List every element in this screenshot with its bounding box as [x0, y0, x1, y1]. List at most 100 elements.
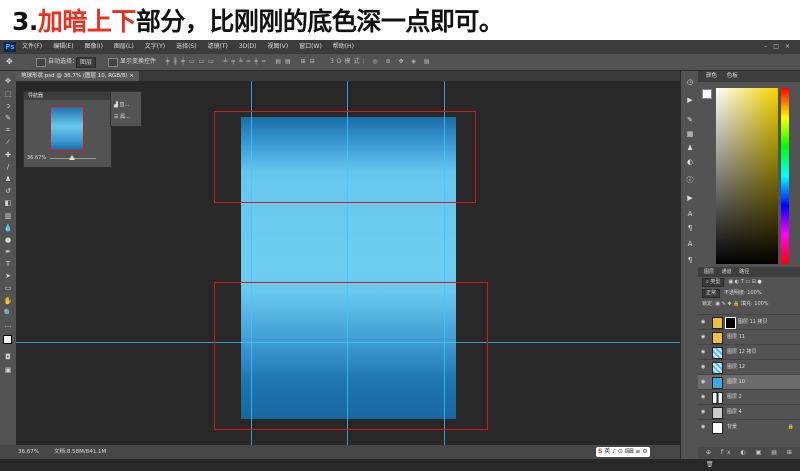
- menu-view[interactable]: 视图(V): [267, 40, 288, 54]
- eye-icon[interactable]: ◉: [701, 345, 705, 359]
- 3d-mode-icons[interactable]: 3D模式: ◎ ⊛ ✥ ◈ ▤: [330, 54, 433, 70]
- move-tool-icon[interactable]: ✥: [6, 54, 13, 70]
- close-button[interactable]: ×: [785, 43, 796, 50]
- quick-select-icon[interactable]: ✎: [3, 114, 13, 123]
- auto-select-checkbox[interactable]: [36, 58, 46, 67]
- paragraph-icon[interactable]: ¶: [685, 223, 695, 233]
- navigator-slider-knob[interactable]: [69, 155, 75, 160]
- layers-footer-icons[interactable]: ⊕ fx ◐ ▣ ▤ ⊞ 🗑: [698, 447, 800, 468]
- layer-mask-thumbnail[interactable]: [725, 317, 736, 329]
- layer-row[interactable]: ◉ 图层 11: [698, 329, 800, 344]
- type-icon[interactable]: T: [3, 260, 13, 269]
- eye-icon[interactable]: ◉: [701, 360, 705, 374]
- properties-panel-button[interactable]: ☰ 属...: [114, 113, 130, 120]
- brush-settings-icon[interactable]: ▦: [685, 129, 695, 139]
- menu-type[interactable]: 文字(Y): [145, 40, 165, 54]
- layer-row[interactable]: ◉ 图层 4: [698, 404, 800, 419]
- maximize-button[interactable]: □: [773, 43, 785, 50]
- pen-icon[interactable]: ✒: [3, 248, 13, 257]
- layer-row[interactable]: ◉ 背景 🔒: [698, 419, 800, 434]
- paths-icon[interactable]: ▶: [685, 193, 695, 203]
- timeline-icon[interactable]: A: [685, 239, 695, 249]
- path-select-icon[interactable]: ➤: [3, 272, 13, 281]
- color-picker-field[interactable]: [716, 88, 778, 264]
- ime-toolbar[interactable]: S 英 ♪ ⊙ ⌨ ≡ ⚙: [596, 447, 650, 457]
- eraser-icon[interactable]: ◧: [3, 199, 13, 208]
- tab-color[interactable]: 颜色: [706, 73, 717, 79]
- histogram-icon: ▟: [114, 102, 118, 108]
- navigator-title[interactable]: 导航器: [24, 92, 111, 100]
- tab-channels[interactable]: 通道: [722, 269, 732, 275]
- quick-mask-icon[interactable]: ◘: [3, 353, 13, 362]
- align-icons[interactable]: ╪╫╪▭▭▭ ╧╤╧═╪═ ▤▤ ⊞⊟: [166, 54, 319, 70]
- blur-icon[interactable]: 💧: [3, 224, 13, 233]
- marquee-icon[interactable]: ⬚: [3, 90, 13, 99]
- brush-presets-icon[interactable]: ✎: [685, 115, 695, 125]
- eye-icon[interactable]: ◉: [701, 405, 705, 419]
- menu-select[interactable]: 选择(S): [176, 40, 197, 54]
- fill-value[interactable]: 100%: [754, 301, 768, 307]
- eyedropper-icon[interactable]: ⁄: [3, 138, 13, 147]
- crop-icon[interactable]: ⌗: [3, 126, 13, 135]
- histogram-panel-button[interactable]: ▟ 直...: [114, 101, 129, 108]
- actions-icon[interactable]: ▶: [685, 95, 695, 105]
- more-tools-icon[interactable]: …: [3, 321, 13, 330]
- blend-mode-dropdown[interactable]: 正常: [702, 289, 721, 298]
- clone-stamp-icon[interactable]: ♟: [3, 175, 13, 184]
- notes-icon[interactable]: ¶: [685, 255, 695, 265]
- layer-row[interactable]: ◉ 图层 12: [698, 359, 800, 374]
- show-transform-checkbox[interactable]: [108, 58, 118, 67]
- status-zoom[interactable]: 36.67%: [18, 445, 39, 459]
- menu-3d[interactable]: 3D(D): [239, 40, 257, 54]
- navigator-zoom[interactable]: 36.67%: [27, 155, 46, 161]
- dodge-icon[interactable]: ●: [3, 236, 13, 245]
- status-doc-size[interactable]: 文档:8.58M/841.1M: [54, 445, 106, 459]
- tab-layers[interactable]: 图层: [704, 269, 714, 275]
- eye-icon[interactable]: ◉: [701, 330, 705, 344]
- layer-filter-dropdown[interactable]: ⌕ 类型: [702, 278, 725, 287]
- menu-image[interactable]: 图像(I): [84, 40, 102, 54]
- screen-mode-icon[interactable]: ▣: [3, 366, 13, 375]
- eye-icon[interactable]: ◉: [701, 420, 705, 434]
- history-icon[interactable]: ◷: [685, 77, 695, 87]
- eye-icon[interactable]: ◉: [701, 315, 705, 329]
- hand-icon[interactable]: ✋: [3, 297, 13, 306]
- zoom-icon[interactable]: 🔍: [3, 309, 13, 318]
- eye-icon[interactable]: ◉: [701, 390, 705, 404]
- info-icon[interactable]: ⓘ: [685, 175, 695, 185]
- tab-paths[interactable]: 路径: [739, 269, 749, 275]
- filter-icons[interactable]: ▣ ◐ T ▭ ⊟ ●: [728, 279, 761, 285]
- document-tab[interactable]: 地球形状.psd @ 36.7% (图层 10, RGB/8) ×: [16, 71, 139, 81]
- menu-window[interactable]: 窗口(W): [299, 40, 322, 54]
- history-brush-icon[interactable]: ↺: [3, 187, 13, 196]
- layer-row-selected[interactable]: ◉ 图层 10: [698, 374, 800, 389]
- menu-file[interactable]: 文件(F): [22, 40, 42, 54]
- shape-icon[interactable]: ▭: [3, 284, 13, 293]
- navigator-thumbnail[interactable]: [50, 106, 84, 151]
- clone-source-icon[interactable]: ♟: [685, 143, 695, 153]
- lock-icons[interactable]: ▣ ✎ ✥ 🔒: [715, 301, 739, 307]
- menu-filter[interactable]: 滤镜(T): [208, 40, 228, 54]
- eye-icon[interactable]: ◉: [701, 375, 705, 389]
- brush-icon[interactable]: /: [3, 163, 13, 172]
- minimize-button[interactable]: –: [764, 43, 773, 50]
- opacity-value[interactable]: 100%: [747, 290, 761, 296]
- menu-edit[interactable]: 编辑(E): [53, 40, 73, 54]
- move-icon[interactable]: ✥: [3, 77, 13, 86]
- foreground-color-swatch[interactable]: [3, 335, 12, 344]
- layer-row[interactable]: ◉ 图层 12 拷贝: [698, 344, 800, 359]
- adjustments-icon[interactable]: ◐: [685, 157, 695, 167]
- character-icon[interactable]: A: [685, 209, 695, 219]
- gradient-icon[interactable]: ▥: [3, 212, 13, 221]
- menu-help[interactable]: 帮助(H): [333, 40, 354, 54]
- tab-swatches[interactable]: 色板: [727, 73, 738, 79]
- menu-layer[interactable]: 图层(L): [114, 40, 134, 54]
- target-dropdown[interactable]: 图层: [76, 57, 97, 68]
- panel-foreground-swatch[interactable]: [702, 89, 712, 99]
- healing-brush-icon[interactable]: ✚: [3, 151, 13, 160]
- canvas-area[interactable]: 导航器 36.67% ▟ 直... ☰ 属...: [16, 81, 680, 445]
- layer-row[interactable]: ◉ 图层 2: [698, 389, 800, 404]
- hue-slider[interactable]: [781, 88, 789, 264]
- layer-row[interactable]: ◉ 图层 11 拷贝: [698, 314, 800, 329]
- lasso-icon[interactable]: ↄ: [3, 102, 13, 111]
